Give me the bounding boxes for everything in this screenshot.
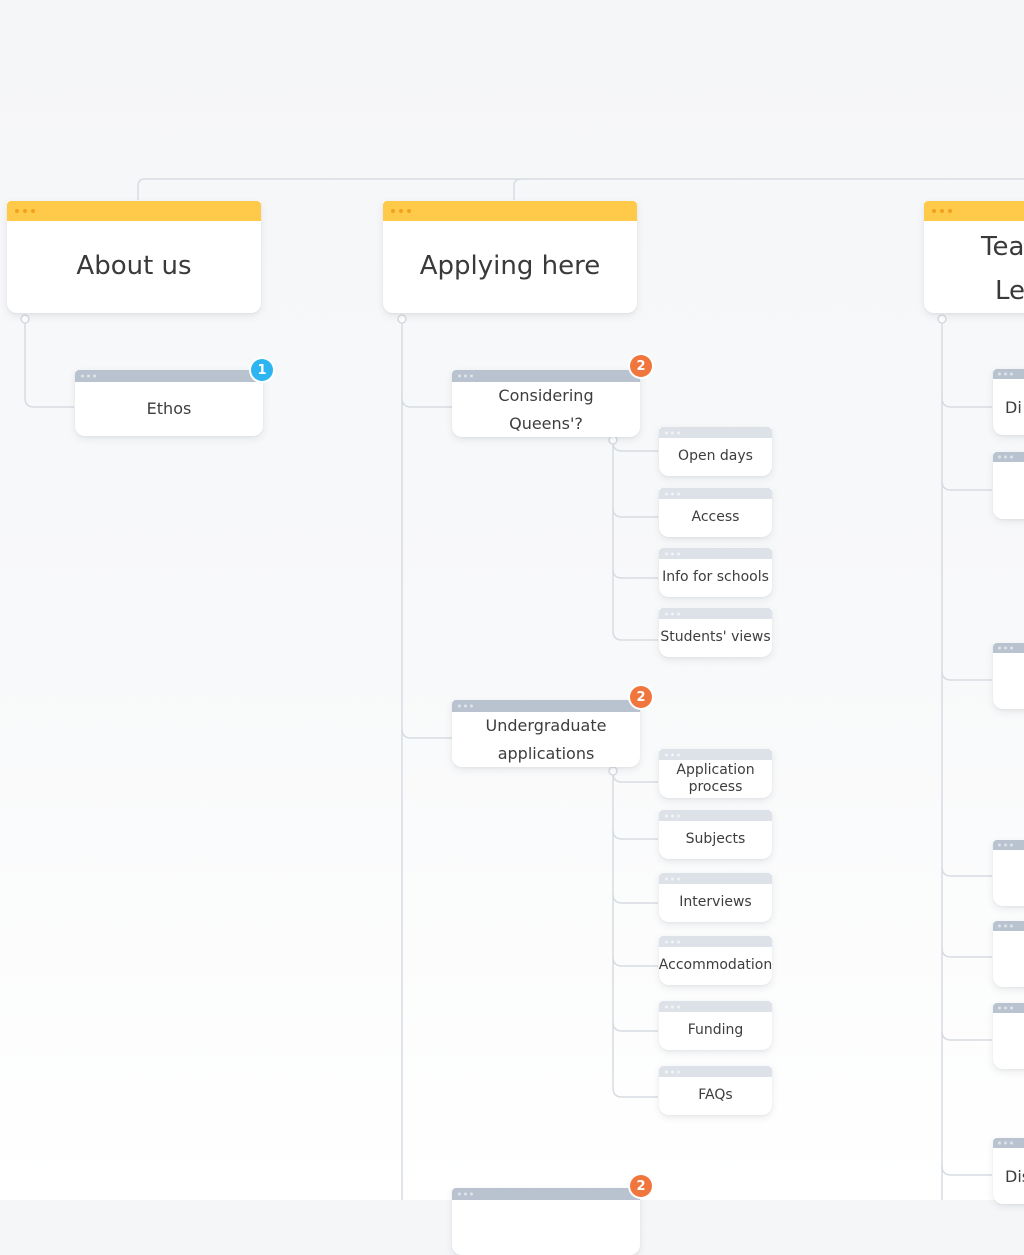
card-header-bar (7, 201, 261, 221)
window-dots-icon (665, 877, 680, 880)
page-title: Info for schools (662, 569, 769, 586)
card-header-bar (659, 1001, 772, 1012)
window-dots-icon (458, 1192, 473, 1196)
page-title: Access (691, 509, 740, 526)
section-title: About us (76, 251, 192, 282)
window-dots-icon (665, 431, 680, 434)
page-title: Di (1005, 397, 1022, 417)
page-card-info-for-schools[interactable]: Info for schools (659, 548, 772, 597)
card-header-bar (993, 643, 1024, 653)
window-dots-icon (665, 612, 680, 615)
page-card-application-process[interactable]: Application process (659, 749, 772, 798)
page-title: Interviews (679, 894, 752, 911)
card-header-bar (659, 488, 772, 499)
window-dots-icon (665, 1070, 680, 1073)
window-dots-icon (932, 209, 952, 213)
card-header-bar (75, 370, 263, 382)
card-header-bar (993, 1003, 1024, 1013)
page-card-undergraduate-applications[interactable]: Undergraduate applications (452, 700, 640, 767)
page-title: Subjects (685, 831, 746, 848)
card-header-bar (659, 936, 772, 947)
page-title: Considering Queens'? (498, 385, 594, 433)
page-card-access[interactable]: Access (659, 488, 772, 537)
window-dots-icon (665, 753, 680, 756)
window-dots-icon (998, 455, 1013, 459)
section-title-line-2: Le (995, 276, 1024, 306)
card-header-bar (993, 1138, 1024, 1148)
window-dots-icon (665, 492, 680, 495)
page-card-teaching-7[interactable]: Dis (993, 1138, 1024, 1204)
window-dots-icon (998, 843, 1013, 847)
card-header-bar (993, 452, 1024, 462)
page-card-considering-queens[interactable]: Considering Queens'? (452, 370, 640, 437)
card-header-bar (659, 608, 772, 619)
window-dots-icon (665, 940, 680, 943)
window-dots-icon (998, 372, 1013, 376)
page-title: FAQs (698, 1087, 733, 1104)
section-title-line-1: Tea (981, 232, 1024, 262)
card-header-bar (659, 548, 772, 559)
page-card-interviews[interactable]: Interviews (659, 873, 772, 922)
window-dots-icon (998, 1141, 1013, 1145)
card-header-bar (993, 840, 1024, 850)
card-header-bar (452, 700, 640, 712)
page-title: Application process (676, 762, 755, 795)
window-dots-icon (15, 209, 35, 213)
card-header-bar (452, 370, 640, 382)
page-title: Ethos (146, 399, 192, 418)
window-dots-icon (998, 924, 1013, 928)
connector-lines (20, 178, 1024, 1200)
page-card-partial[interactable] (452, 1188, 640, 1255)
page-title: Funding (687, 1022, 744, 1039)
page-title: Dis (1005, 1166, 1024, 1186)
card-header-bar (924, 201, 1024, 221)
card-header-bar (659, 1066, 772, 1077)
window-dots-icon (665, 1005, 680, 1008)
page-card-teaching-4[interactable] (993, 840, 1024, 906)
child-count-badge[interactable]: 2 (630, 355, 652, 377)
child-count-badge[interactable]: 1 (251, 359, 273, 381)
page-title: Students' views (660, 629, 771, 646)
page-title: Open days (678, 448, 753, 465)
window-dots-icon (665, 814, 680, 817)
page-card-funding[interactable]: Funding (659, 1001, 772, 1050)
section-title: Applying here (419, 251, 601, 282)
page-title: Undergraduate applications (485, 715, 607, 763)
page-card-faqs[interactable]: FAQs (659, 1066, 772, 1115)
page-card-teaching-6[interactable] (993, 1003, 1024, 1069)
window-dots-icon (81, 374, 96, 378)
section-card-applying-here[interactable]: Applying here (383, 201, 637, 313)
window-dots-icon (458, 374, 473, 378)
child-count-badge[interactable]: 2 (630, 686, 652, 708)
card-header-bar (659, 810, 772, 821)
page-card-ethos[interactable]: Ethos (75, 370, 263, 436)
window-dots-icon (998, 646, 1013, 650)
card-header-bar (659, 427, 772, 438)
card-header-bar (383, 201, 637, 221)
card-header-bar (659, 749, 772, 760)
card-header-bar (659, 873, 772, 884)
page-card-teaching-5[interactable] (993, 921, 1024, 987)
card-header-bar (993, 369, 1024, 379)
window-dots-icon (998, 1006, 1013, 1010)
page-card-accommodation[interactable]: Accommodation (659, 936, 772, 985)
card-header-bar (452, 1188, 640, 1200)
page-card-teaching-3[interactable] (993, 643, 1024, 709)
window-dots-icon (665, 552, 680, 555)
page-card-students-views[interactable]: Students' views (659, 608, 772, 657)
page-card-teaching-1[interactable]: Di (993, 369, 1024, 435)
page-title: Accommodation (658, 957, 773, 974)
page-card-open-days[interactable]: Open days (659, 427, 772, 476)
page-card-subjects[interactable]: Subjects (659, 810, 772, 859)
card-header-bar (993, 921, 1024, 931)
page-card-teaching-2[interactable] (993, 452, 1024, 519)
child-count-badge[interactable]: 2 (630, 1175, 652, 1197)
section-card-about-us[interactable]: About us (7, 201, 261, 313)
window-dots-icon (391, 209, 411, 213)
window-dots-icon (458, 704, 473, 708)
